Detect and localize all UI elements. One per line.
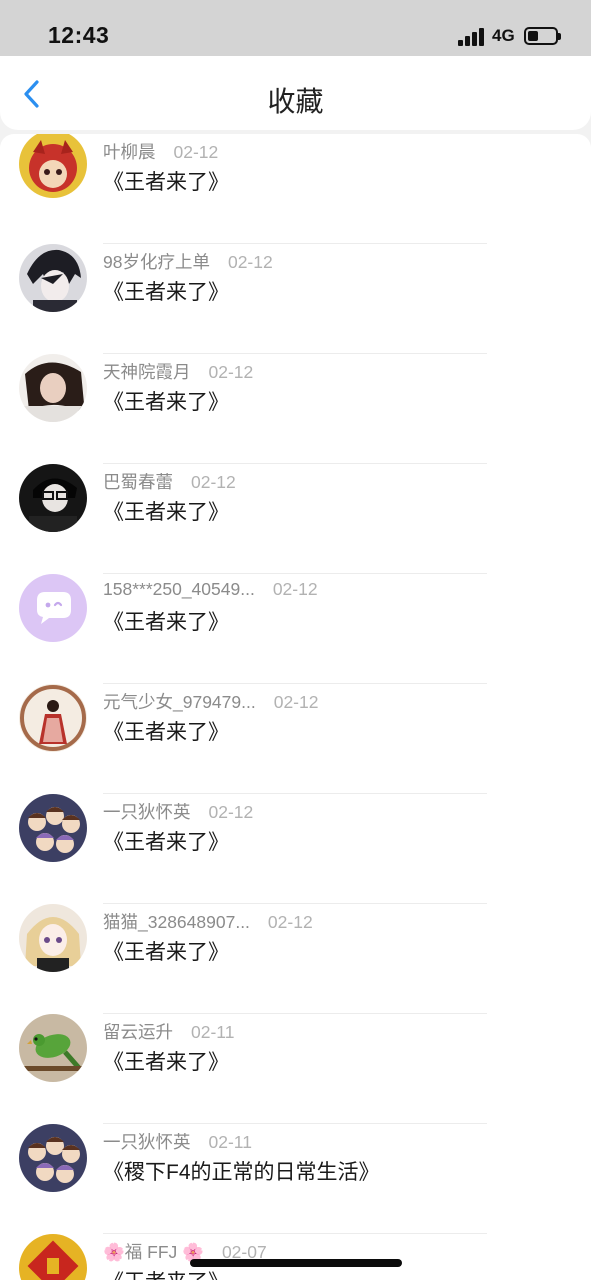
ancient-lady-avatar-icon[interactable] <box>19 684 87 752</box>
item-title: 《王者来了》 <box>103 1266 229 1280</box>
network-type: 4G <box>492 26 515 45</box>
list-item[interactable]: 🌸福 FFJ 🌸02-07 《王者来了》 <box>0 1234 591 1280</box>
item-title: 《王者来了》 <box>103 941 229 964</box>
username: 🌸福 FFJ 🌸 <box>103 1242 204 1262</box>
list-item[interactable]: 元气少女_979479... 02-12 《王者来了》 <box>0 684 591 794</box>
photo-girl-avatar-icon[interactable] <box>19 354 87 422</box>
username: 留云运升 <box>103 1022 173 1042</box>
item-title: 《王者来了》 <box>103 501 229 524</box>
username: 158***250_40549... <box>103 579 255 599</box>
item-title: 《王者来了》 <box>103 721 229 744</box>
item-title: 《稷下F4的正常的日常生活》 <box>103 1161 380 1184</box>
username: 一只狄怀英 <box>103 1132 191 1152</box>
item-meta: 留云运升 02-11 <box>103 1019 234 1044</box>
default-chat-bubble-avatar-icon[interactable] <box>19 574 87 642</box>
username: 天神院霞月 <box>103 362 191 382</box>
date: 02-12 <box>267 912 313 932</box>
chibi-group-avatar-icon[interactable] <box>19 794 87 862</box>
username: 元气少女_979479... <box>103 692 256 712</box>
item-title: 《王者来了》 <box>103 831 229 854</box>
chibi-group-avatar-icon[interactable] <box>19 1124 87 1192</box>
username: 巴蜀春蕾 <box>103 472 173 492</box>
status-bar: 12:43 4G <box>0 0 591 56</box>
glasses-boy-avatar-icon[interactable] <box>19 464 87 532</box>
date: 02-12 <box>208 362 254 382</box>
signal-icon <box>458 28 486 46</box>
list-item[interactable]: 猫猫_328648907... 02-12 《王者来了》 <box>0 904 591 1014</box>
item-meta: 猫猫_328648907... 02-12 <box>103 909 313 934</box>
battery-icon <box>524 27 561 45</box>
item-meta: 一只狄怀英 02-11 <box>103 1129 252 1154</box>
list-item[interactable]: 天神院霞月 02-12 《王者来了》 <box>0 354 591 464</box>
item-title: 《王者来了》 <box>103 611 229 634</box>
item-title: 《王者来了》 <box>103 171 229 194</box>
fu-character-avatar-icon[interactable] <box>19 1234 87 1280</box>
favorites-list: 叶柳晨 02-12 《王者来了》 98岁化疗上单 02-12 《王者来了》 天神院霞… <box>0 134 591 1280</box>
nav-bar: 收藏 <box>0 56 591 130</box>
item-meta: 叶柳晨 02-12 <box>103 139 218 164</box>
date: 02-11 <box>208 1132 252 1152</box>
anime-girl-avatar-icon[interactable] <box>19 904 87 972</box>
date: 02-12 <box>208 802 254 822</box>
list-item[interactable]: 98岁化疗上单 02-12 《王者来了》 <box>0 244 591 354</box>
parrot-avatar-icon[interactable] <box>19 1014 87 1082</box>
username: 猫猫_328648907... <box>103 912 250 932</box>
home-indicator[interactable] <box>190 1259 402 1267</box>
date: 02-12 <box>173 142 219 162</box>
item-title: 《王者来了》 <box>103 1051 229 1074</box>
list-item[interactable]: 留云运升 02-11 《王者来了》 <box>0 1014 591 1124</box>
red-cartoon-avatar-icon[interactable] <box>19 134 87 198</box>
date: 02-12 <box>227 252 273 272</box>
list-item[interactable]: 叶柳晨 02-12 《王者来了》 <box>0 134 591 244</box>
username: 叶柳晨 <box>103 142 156 162</box>
date: 02-12 <box>191 472 236 492</box>
list-item[interactable]: 一只狄怀英 02-11 《稷下F4的正常的日常生活》 <box>0 1124 591 1234</box>
date: 02-12 <box>273 692 319 712</box>
date: 02-12 <box>272 579 318 599</box>
item-meta: 元气少女_979479... 02-12 <box>103 689 318 714</box>
item-meta: 158***250_40549... 02-12 <box>103 579 318 600</box>
item-meta: 巴蜀春蕾 02-12 <box>103 469 236 494</box>
item-title: 《王者来了》 <box>103 281 229 304</box>
page-title: 收藏 <box>267 86 324 117</box>
list-item[interactable]: 巴蜀春蕾 02-12 《王者来了》 <box>0 464 591 574</box>
date: 02-11 <box>191 1022 235 1042</box>
status-time: 12:43 <box>48 22 110 48</box>
item-meta: 天神院霞月 02-12 <box>103 359 253 384</box>
item-title: 《王者来了》 <box>103 391 229 414</box>
list-item[interactable]: 158***250_40549... 02-12 《王者来了》 <box>0 574 591 684</box>
list-item[interactable]: 一只狄怀英 02-12 《王者来了》 <box>0 794 591 904</box>
anime-boy-avatar-icon[interactable] <box>19 244 87 312</box>
item-meta: 98岁化疗上单 02-12 <box>103 249 273 274</box>
username: 98岁化疗上单 <box>103 252 210 272</box>
username: 一只狄怀英 <box>103 802 191 822</box>
item-meta: 一只狄怀英 02-12 <box>103 799 253 824</box>
